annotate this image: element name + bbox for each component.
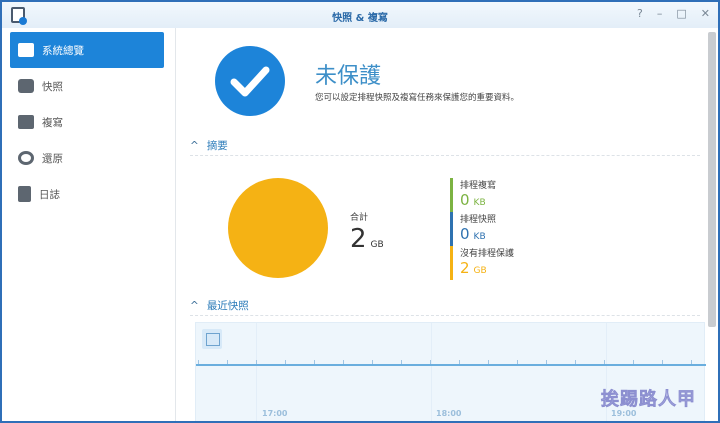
legend-label: 沒有排程保護 [460,249,515,259]
minimize-button[interactable]: – [657,7,663,20]
legend-value: 2 [460,259,470,277]
close-button[interactable]: ✕ [701,7,710,20]
timeline-tick [343,360,344,364]
timeline-tick [546,360,547,364]
timeline-axis [196,364,706,366]
snapshot-timeline[interactable]: 17:00 18:00 19:00 挨踢路人甲 [195,322,706,421]
summary-section-header[interactable]: ^ 摘要 [190,138,700,156]
section-title: 最近快照 [206,300,249,312]
maximize-button[interactable]: □ [676,7,686,20]
sidebar-item-label: 日誌 [39,188,60,201]
legend-unit: GB [473,266,487,276]
sidebar-item-label: 系統總覽 [42,44,84,57]
timeline-tick [401,360,402,364]
sidebar-item-replication[interactable]: 複寫 [10,104,164,140]
recent-snapshots-header[interactable]: ^ 最近快照 [190,298,700,316]
section-title: 摘要 [206,140,228,152]
gridline [256,323,257,421]
legend-unit: KB [473,198,486,208]
chevron-up-icon: ^ [190,300,199,312]
app-window: 快照 & 複寫 ? – □ ✕ 系統總覽 快照 複寫 還原 日誌 未保護 您可以… [2,2,718,421]
main-content: 未保護 您可以設定排程快照及複寫任務來保護您的重要資料。 ^ 摘要 合計 2 GB … [180,28,706,421]
sidebar: 系統總覽 快照 複寫 還原 日誌 [2,28,176,421]
log-icon [18,186,31,202]
sidebar-item-snapshot[interactable]: 快照 [10,68,164,104]
window-title: 快照 & 複寫 [332,13,388,24]
protection-status: 未保護 [315,64,382,89]
timeline-tick [517,360,518,364]
total-unit: GB [370,240,384,250]
title-bar: 快照 & 複寫 ? – □ ✕ [2,2,718,28]
watermark: 挨踢路人甲 [601,389,696,411]
time-label: 18:00 [436,409,462,418]
timeline-tick [285,360,286,364]
total-value: 2 GB [350,224,384,254]
timeline-tick [198,360,199,364]
legend-unprotected: 沒有排程保護 2 GB [450,246,570,280]
sidebar-item-overview[interactable]: 系統總覽 [10,32,164,68]
legend-scheduled-snapshot: 排程快照 0 KB [450,212,570,246]
check-circle-icon [215,46,285,116]
sidebar-item-label: 還原 [42,152,63,165]
timeline-tick [575,360,576,364]
timeline-tick [459,360,460,364]
legend-unit: KB [473,232,486,242]
time-label: 17:00 [262,409,288,418]
timeline-tick [604,360,605,364]
legend-value: 0 [460,191,470,209]
legend-value: 0 [460,225,470,243]
timeline-tick [662,360,663,364]
sidebar-item-label: 快照 [42,80,63,93]
calendar-icon[interactable] [202,329,222,349]
total-number: 2 [350,224,367,254]
scrollbar[interactable] [708,32,716,327]
legend-label: 排程快照 [460,215,497,225]
timeline-tick [227,360,228,364]
timeline-tick [430,360,431,364]
timeline-tick [372,360,373,364]
timeline-tick [314,360,315,364]
gridline [431,323,432,421]
timeline-tick [488,360,489,364]
timeline-tick [633,360,634,364]
camera-icon [18,79,34,93]
chevron-up-icon: ^ [190,140,199,152]
help-button[interactable]: ? [637,7,643,20]
overview-icon [18,43,34,57]
replication-icon [18,115,34,129]
legend-scheduled-replication: 排程複寫 0 KB [450,178,570,212]
timeline-tick [691,360,692,364]
legend-label: 排程複寫 [460,181,497,191]
restore-icon [18,151,34,165]
sidebar-item-label: 複寫 [42,116,63,129]
total-label: 合計 [350,213,369,223]
sidebar-item-log[interactable]: 日誌 [10,176,164,212]
status-description: 您可以設定排程快照及複寫任務來保護您的重要資料。 [315,93,520,103]
sidebar-item-restore[interactable]: 還原 [10,140,164,176]
timeline-tick [256,360,257,364]
storage-pie-chart [228,178,328,278]
